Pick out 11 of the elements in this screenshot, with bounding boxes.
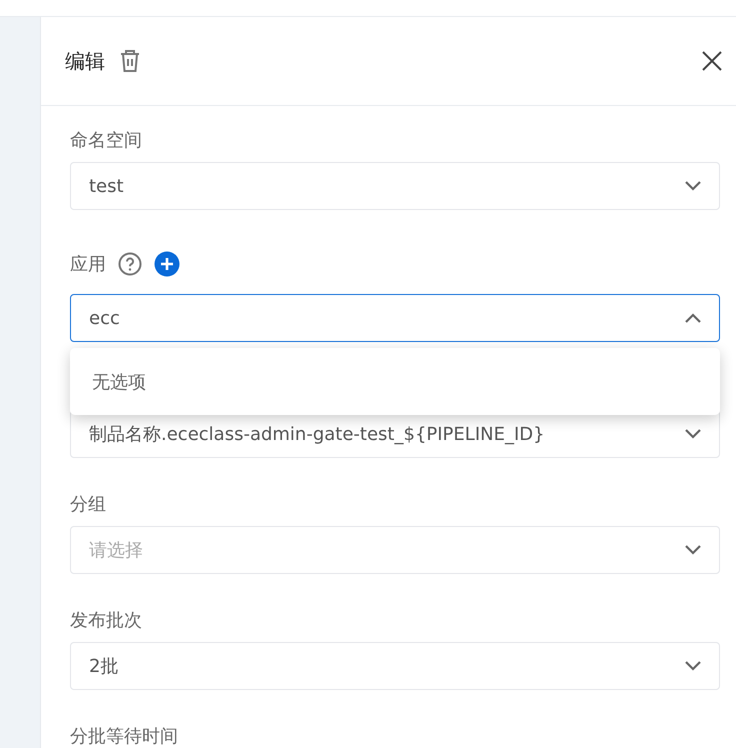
field-label: 命名空间 [70,129,142,152]
empty-option-text: 无选项 [92,370,146,394]
select-field[interactable]: 2批 [70,642,720,690]
panel-title: 编辑 [65,48,105,74]
field-label: 发布批次 [70,609,142,632]
select-field[interactable]: test [70,162,720,210]
field-label: 应用 [70,253,106,276]
select-field[interactable]: 制品名称.ececlass-admin-gate-test_${PIPELINE_ID} [70,410,720,458]
select-field[interactable]: ecc [70,294,720,342]
field-label: 分组 [70,493,106,516]
field-label: 分批等待时间 [70,725,178,748]
